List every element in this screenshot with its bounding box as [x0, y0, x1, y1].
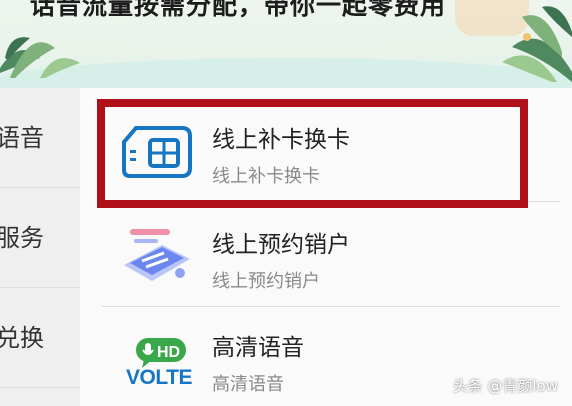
- item-title: 线上预约销户: [212, 232, 350, 258]
- banner-title: 话音流量按需分配，带你一起零费用: [30, 0, 447, 20]
- sidebar-item-exchange[interactable]: 兑换: [0, 288, 80, 388]
- leaves-left-icon: [0, 37, 80, 78]
- item-title: 线上补卡换卡: [212, 127, 350, 153]
- leaves-right-icon: [502, 6, 572, 82]
- sidebar-item-voice[interactable]: 语音: [0, 88, 80, 188]
- sim-card-icon: [120, 120, 196, 180]
- sidebar-item-service[interactable]: 服务: [0, 188, 80, 288]
- hd-label: HD: [157, 344, 180, 361]
- list-item-sim-replace[interactable]: 线上补卡换卡 线上补卡换卡: [102, 100, 560, 202]
- category-sidebar: 语音 服务 兑换: [0, 88, 80, 406]
- service-list: 线上补卡换卡 线上补卡换卡 线上预约销户 线上预约销户 HD VOLTE 高清语…: [80, 88, 572, 406]
- watermark: 头条 @青颜low: [452, 377, 558, 395]
- list-item-account-cancel[interactable]: 线上预约销户 线上预约销户: [102, 205, 560, 307]
- top-banner: 话音流量按需分配，带你一起零费用: [0, 0, 572, 88]
- volte-label: VOLTE: [126, 366, 192, 389]
- sidebar-item-label: 语音: [0, 124, 44, 152]
- phone-cancel-icon: [120, 225, 196, 285]
- item-title: 高清语音: [212, 335, 304, 361]
- item-subtitle: 线上预约销户: [212, 271, 320, 292]
- item-subtitle: 高清语音: [212, 374, 284, 395]
- sidebar-item-label: 服务: [0, 224, 44, 252]
- item-subtitle: 线上补卡换卡: [212, 166, 320, 187]
- sidebar-item-label: 兑换: [0, 324, 44, 352]
- volte-hd-icon: HD VOLTE: [120, 328, 196, 389]
